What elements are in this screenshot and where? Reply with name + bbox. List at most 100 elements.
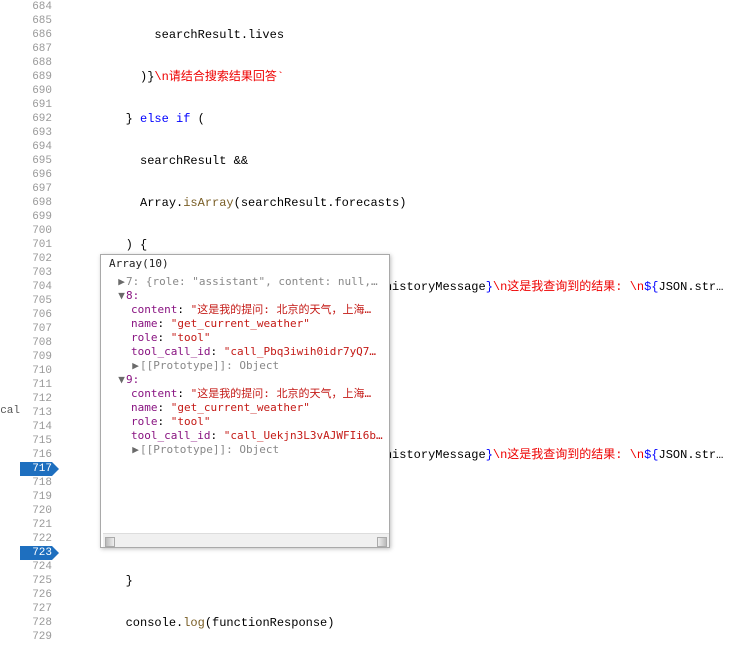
line-number[interactable]: 710: [20, 364, 52, 378]
line-number[interactable]: 719: [20, 490, 52, 504]
line-number[interactable]: 695: [20, 154, 52, 168]
code-text: Array.: [68, 196, 183, 210]
line-number[interactable]: 713: [20, 406, 52, 420]
line-number[interactable]: 712: [20, 392, 52, 406]
tree-row[interactable]: role: "tool": [103, 331, 389, 345]
line-number[interactable]: 692: [20, 112, 52, 126]
triangle-right-icon[interactable]: ▶: [131, 359, 140, 373]
tree-prop: content: [131, 387, 177, 400]
line-number[interactable]: 694: [20, 140, 52, 154]
code-text: \n请结合搜索结果回答`: [154, 70, 284, 84]
line-number[interactable]: 718: [20, 476, 52, 490]
code-text: console.: [68, 616, 183, 630]
code-text: searchResult &&: [68, 154, 248, 168]
code-text: searchResult.lives: [68, 28, 284, 42]
code-text: JSON.str…: [659, 280, 724, 294]
line-number[interactable]: 704: [20, 280, 52, 294]
line-number[interactable]: 705: [20, 294, 52, 308]
tree-proto: [[Prototype]]: Object: [140, 443, 279, 456]
line-number-breakpoint[interactable]: 717: [20, 462, 52, 476]
line-number[interactable]: 709: [20, 350, 52, 364]
tree-prop: role: [131, 331, 158, 344]
triangle-right-icon[interactable]: ▶: [117, 275, 126, 289]
code-text: JSON.str…: [659, 448, 724, 462]
triangle-down-icon[interactable]: ▼: [117, 289, 126, 303]
tree-val: "call_Pbq3iwih0idr7yQ7…: [224, 345, 376, 358]
line-number-gutter[interactable]: 684 685 686 687 688 689 690 691 692 693 …: [20, 0, 62, 651]
tree-prop: role: [131, 415, 158, 428]
tree-row[interactable]: content: "这是我的提问: 北京的天气，上海…: [103, 387, 389, 401]
popover-title: Array(10): [101, 255, 389, 275]
tree-row[interactable]: tool_call_id: "call_Pbq3iwih0idr7yQ7…: [103, 345, 389, 359]
tree-prop: name: [131, 317, 158, 330]
line-number-breakpoint[interactable]: 723: [20, 546, 52, 560]
tree-proto: [[Prototype]]: Object: [140, 359, 279, 372]
line-number[interactable]: 721: [20, 518, 52, 532]
line-number[interactable]: 701: [20, 238, 52, 252]
tree-row[interactable]: ▼9:: [103, 373, 389, 387]
line-number[interactable]: 698: [20, 196, 52, 210]
tree-row[interactable]: ▶7: {role: "assistant", content: null,…: [103, 275, 389, 289]
tree-index: 9:: [126, 373, 139, 386]
line-number[interactable]: 725: [20, 574, 52, 588]
line-number[interactable]: 727: [20, 602, 52, 616]
line-number[interactable]: 702: [20, 252, 52, 266]
tree-val: "tool": [171, 415, 211, 428]
triangle-down-icon[interactable]: ▼: [117, 373, 126, 387]
line-number[interactable]: 689: [20, 70, 52, 84]
line-number[interactable]: 688: [20, 56, 52, 70]
tree-row[interactable]: name: "get_current_weather": [103, 317, 389, 331]
line-number[interactable]: 700: [20, 224, 52, 238]
line-number[interactable]: 686: [20, 28, 52, 42]
debug-hover-popover[interactable]: Array(10) ▶7: {role: "assistant", conten…: [100, 254, 390, 548]
line-number[interactable]: 690: [20, 84, 52, 98]
tree-row[interactable]: ▶[[Prototype]]: Object: [103, 443, 389, 457]
line-number[interactable]: 708: [20, 336, 52, 350]
line-number[interactable]: 711: [20, 378, 52, 392]
line-number[interactable]: 715: [20, 434, 52, 448]
code-text: }: [68, 574, 133, 588]
tree-row[interactable]: name: "get_current_weather": [103, 401, 389, 415]
tree-val: "tool": [171, 331, 211, 344]
line-number[interactable]: 703: [20, 266, 52, 280]
line-number[interactable]: 707: [20, 322, 52, 336]
tree-row[interactable]: tool_call_id: "call_Uekjn3L3vAJWFIi6b…: [103, 429, 389, 443]
line-number[interactable]: 696: [20, 168, 52, 182]
code-text: (: [190, 112, 204, 126]
popover-scroll[interactable]: ▶7: {role: "assistant", content: null,… …: [103, 275, 389, 533]
tree-index: 8:: [126, 289, 139, 302]
line-number[interactable]: 724: [20, 560, 52, 574]
code-text: }: [68, 112, 140, 126]
tree-prop: tool_call_id: [131, 345, 210, 358]
line-number[interactable]: 720: [20, 504, 52, 518]
code-text: (searchResult.forecasts): [234, 196, 407, 210]
tree-val: "这是我的提问: 北京的天气，上海…: [191, 303, 372, 316]
line-number[interactable]: 685: [20, 14, 52, 28]
line-number[interactable]: 687: [20, 42, 52, 56]
line-number[interactable]: 726: [20, 588, 52, 602]
line-number[interactable]: 716: [20, 448, 52, 462]
triangle-right-icon[interactable]: ▶: [131, 443, 140, 457]
line-number[interactable]: 684: [20, 0, 52, 14]
tree-val: "这是我的提问: 北京的天气，上海…: [191, 387, 372, 400]
line-number[interactable]: 691: [20, 98, 52, 112]
line-number[interactable]: 697: [20, 182, 52, 196]
line-number[interactable]: 722: [20, 532, 52, 546]
tree-row[interactable]: role: "tool": [103, 415, 389, 429]
line-number[interactable]: 706: [20, 308, 52, 322]
code-text: historyMessage: [385, 448, 486, 462]
code-tmpl: ${: [644, 448, 658, 462]
line-number[interactable]: 729: [20, 630, 52, 644]
line-number[interactable]: 693: [20, 126, 52, 140]
code-text: )}: [68, 70, 154, 84]
code-fn: log: [183, 616, 205, 630]
tree-row[interactable]: ▶[[Prototype]]: Object: [103, 359, 389, 373]
popover-horizontal-scrollbar[interactable]: [103, 533, 389, 547]
line-number[interactable]: 728: [20, 616, 52, 630]
tree-val: "call_Uekjn3L3vAJWFIi6b…: [224, 429, 383, 442]
tree-row[interactable]: content: "这是我的提问: 北京的天气，上海…: [103, 303, 389, 317]
tree-row[interactable]: ▼8:: [103, 289, 389, 303]
line-number[interactable]: 699: [20, 210, 52, 224]
line-number[interactable]: 714: [20, 420, 52, 434]
code-fn: isArray: [183, 196, 233, 210]
